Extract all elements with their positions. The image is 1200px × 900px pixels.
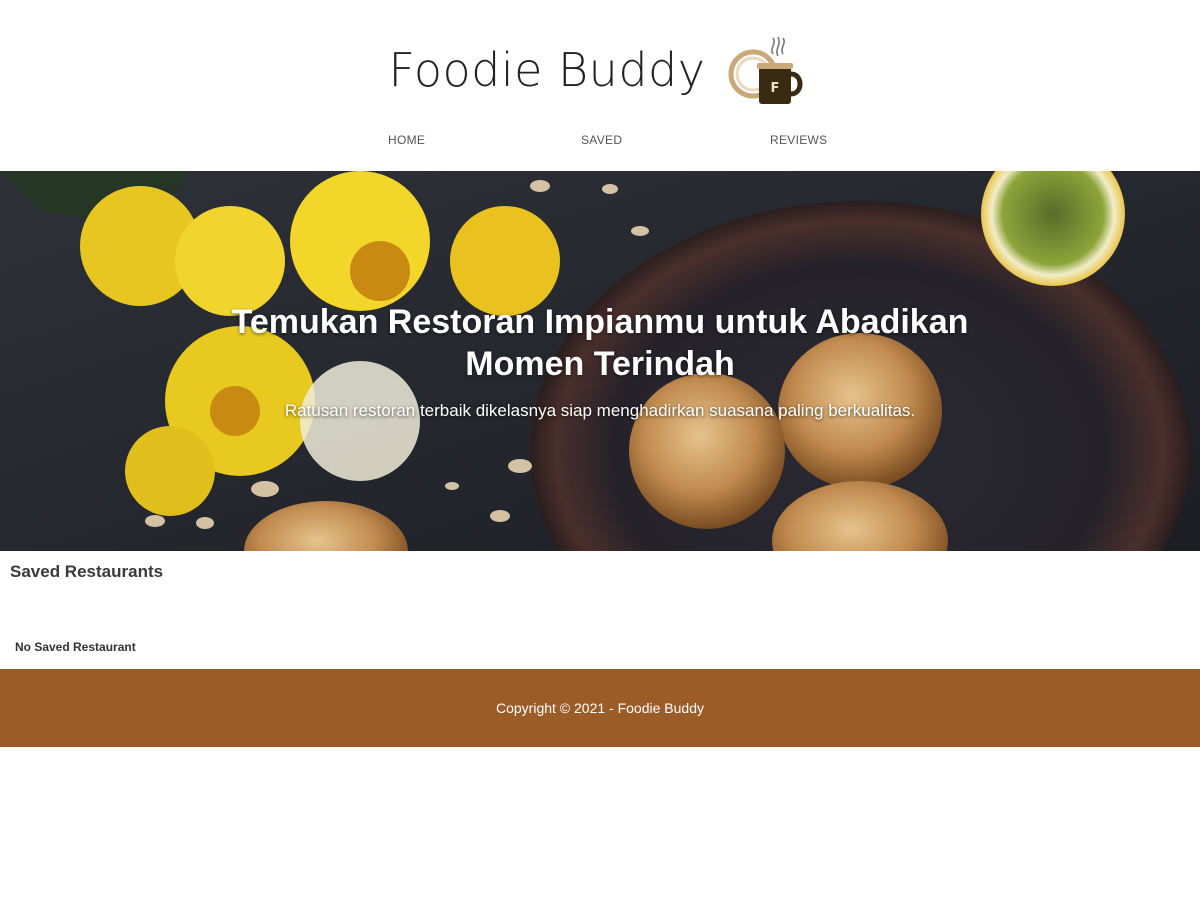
- hero-section: Temukan Restoran Impianmu untuk Abadikan…: [0, 171, 1200, 551]
- empty-state-message: No Saved Restaurant: [15, 640, 136, 654]
- nav-home-link[interactable]: HOME: [388, 133, 425, 147]
- hero-title: Temukan Restoran Impianmu untuk Abadikan…: [231, 303, 969, 383]
- brand-title: Foodie Buddy: [388, 43, 706, 97]
- hero-tagline: Ratusan restoran terbaik dikelasnya siap…: [284, 401, 916, 420]
- nav-reviews-link[interactable]: REVIEWS: [770, 133, 827, 147]
- coffee-cup-logo-icon: F: [728, 36, 803, 104]
- nav-saved-link[interactable]: SAVED: [581, 133, 622, 147]
- hero-content: Temukan Restoran Impianmu untuk Abadikan…: [0, 301, 1200, 421]
- app-header: Foodie Buddy F HOME SAVED REVIEWS: [0, 0, 1200, 171]
- copyright-text: Copyright © 2021 - Foodie Buddy: [496, 700, 704, 716]
- section-title: Saved Restaurants: [10, 562, 164, 581]
- logo-letter: F: [771, 81, 780, 96]
- saved-restaurants-section: Saved Restaurants No Saved Restaurant: [0, 551, 1200, 669]
- site-footer: Copyright © 2021 - Foodie Buddy: [0, 669, 1200, 747]
- brand: Foodie Buddy F: [0, 30, 1200, 110]
- main-nav: HOME SAVED REVIEWS: [0, 133, 1200, 155]
